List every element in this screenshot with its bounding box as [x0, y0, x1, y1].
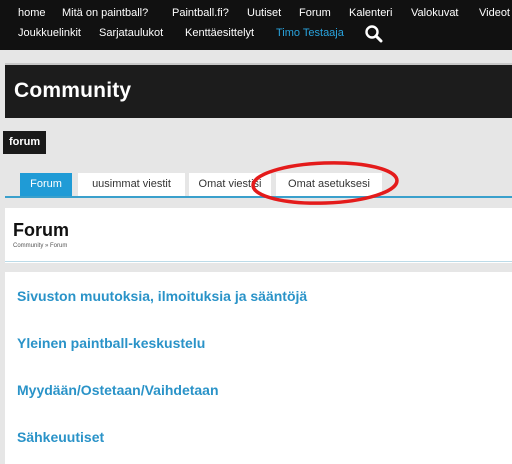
forum-panel: Forum Community » Forum Sivuston muutoks…	[5, 208, 512, 464]
nav-item-paintball-fi[interactable]: Paintball.fi?	[172, 7, 229, 19]
nav-item-kenttaesittelyt[interactable]: Kenttäesittelyt	[185, 27, 254, 39]
tab-forum[interactable]: Forum	[20, 173, 72, 196]
panel-divider	[5, 261, 512, 262]
community-header: Community	[5, 63, 512, 118]
forum-link-marketplace[interactable]: Myydään/Ostetaan/Vaihdetaan	[17, 382, 219, 398]
nav-item-videot[interactable]: Videot	[479, 7, 510, 19]
nav-item-joukkuelinkit[interactable]: Joukkuelinkit	[18, 27, 81, 39]
top-navigation: home Mitä on paintball? Paintball.fi? Uu…	[0, 0, 512, 50]
section-gap	[5, 263, 512, 272]
highlight-circle	[251, 161, 399, 205]
nav-item-user[interactable]: Timo Testaaja	[276, 27, 344, 39]
forum-label: forum	[3, 131, 47, 154]
page-title: Forum	[13, 220, 69, 240]
forum-link-news[interactable]: Sähkeuutiset	[17, 429, 104, 445]
nav-item-sarjataulukot[interactable]: Sarjataulukot	[99, 27, 163, 39]
search-icon[interactable]	[364, 24, 384, 44]
nav-item-valokuvat[interactable]: Valokuvat	[411, 7, 459, 19]
nav-item-kalenteri[interactable]: Kalenteri	[349, 7, 392, 19]
forum-link-announcements[interactable]: Sivuston muutoksia, ilmoituksia ja säänt…	[17, 288, 307, 304]
nav-item-mita-on-paintball[interactable]: Mitä on paintball?	[62, 7, 148, 19]
forum-link-general[interactable]: Yleinen paintball-keskustelu	[17, 335, 205, 351]
nav-item-forum[interactable]: Forum	[299, 7, 331, 19]
nav-item-home[interactable]: home	[18, 7, 46, 19]
nav-item-uutiset[interactable]: Uutiset	[247, 7, 281, 19]
tab-latest-messages[interactable]: uusimmat viestit	[78, 173, 185, 196]
community-title[interactable]: Community	[14, 79, 131, 103]
breadcrumb[interactable]: Community » Forum	[13, 243, 67, 249]
